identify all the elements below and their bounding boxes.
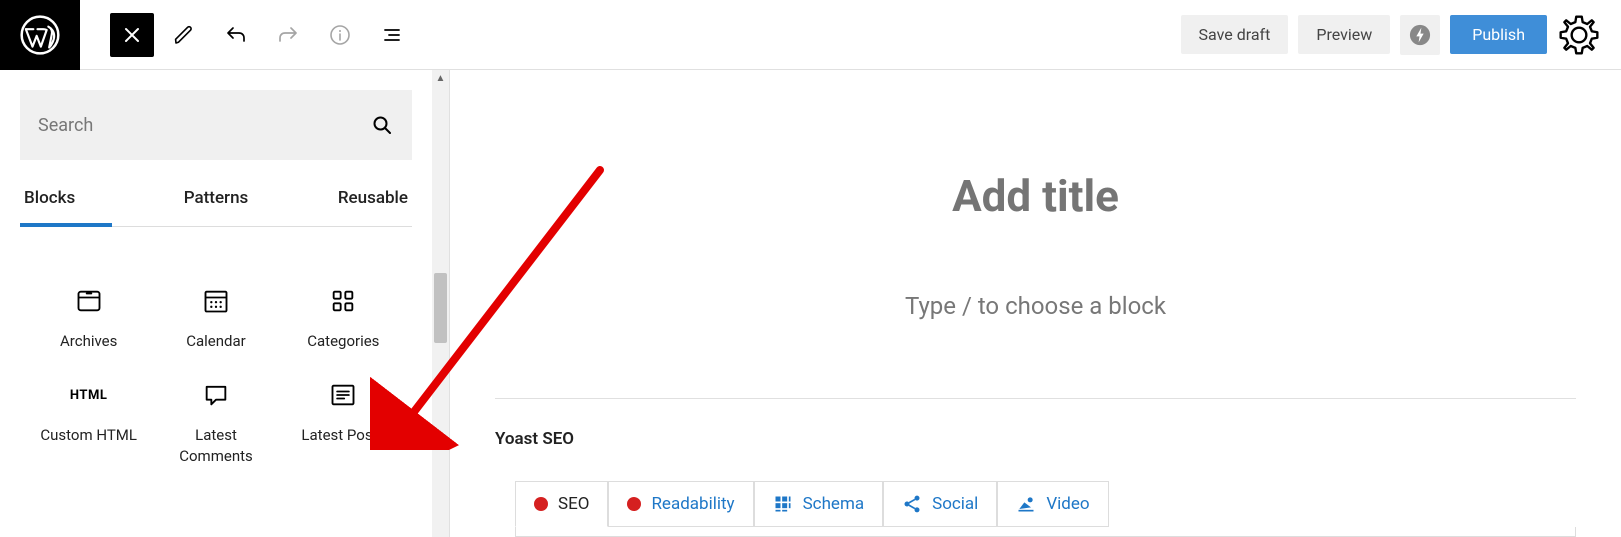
search-input[interactable] <box>38 115 370 136</box>
comment-icon <box>202 381 230 409</box>
tab-reusable[interactable]: Reusable <box>280 174 412 226</box>
latest-posts-icon <box>329 381 357 409</box>
scrollbar-thumb[interactable] <box>434 273 447 343</box>
yoast-tab-readability[interactable]: Readability <box>608 481 753 527</box>
tab-label: Readability <box>651 494 734 514</box>
html-icon: HTML <box>70 388 107 403</box>
redo-button[interactable] <box>266 13 310 57</box>
blocks-grid: Archives Calendar Categories HTML Custom… <box>20 227 412 466</box>
block-label: Custom HTML <box>40 425 137 445</box>
yoast-tab-social[interactable]: Social <box>883 481 997 527</box>
info-button[interactable] <box>318 13 362 57</box>
toolbar-left-tools <box>80 13 414 57</box>
edit-tool-button[interactable] <box>162 13 206 57</box>
block-latest-comments[interactable]: Latest Comments <box>157 381 274 466</box>
scrollbar-up-icon[interactable]: ▲ <box>432 70 449 87</box>
yoast-tab-video[interactable]: Video <box>997 481 1108 527</box>
redo-icon <box>276 23 300 47</box>
undo-icon <box>224 23 248 47</box>
editor-canvas: Type / to choose a block Yoast SEO SEO R… <box>450 70 1621 537</box>
block-label: Latest Posts <box>301 425 385 445</box>
archives-icon <box>75 287 103 315</box>
outline-button[interactable] <box>370 13 414 57</box>
pencil-icon <box>172 23 196 47</box>
yoast-tab-seo[interactable]: SEO <box>515 481 608 527</box>
schema-icon <box>773 494 793 514</box>
yoast-seo-panel: Yoast SEO SEO Readability Schema Social <box>495 398 1576 537</box>
preview-button[interactable]: Preview <box>1298 15 1390 54</box>
block-latest-posts[interactable]: Latest Posts <box>285 381 402 466</box>
block-label: Calendar <box>186 331 246 351</box>
block-label: Latest Comments <box>179 425 253 466</box>
block-prompt[interactable]: Type / to choose a block <box>905 292 1166 320</box>
scrollbar[interactable]: ▲ <box>432 70 449 537</box>
wordpress-logo[interactable] <box>0 0 80 70</box>
calendar-icon <box>202 287 230 315</box>
yoast-tab-schema[interactable]: Schema <box>754 481 884 527</box>
close-icon <box>120 23 144 47</box>
tab-blocks[interactable]: Blocks <box>20 174 152 226</box>
post-title-input[interactable] <box>757 170 1315 222</box>
block-archives[interactable]: Archives <box>30 287 147 351</box>
tab-label: Schema <box>803 494 865 514</box>
yoast-tabs: SEO Readability Schema Social Video <box>495 481 1576 527</box>
save-draft-button[interactable]: Save draft <box>1181 15 1289 54</box>
block-label: Categories <box>307 331 379 351</box>
block-label: Archives <box>60 331 117 351</box>
share-icon <box>902 494 922 514</box>
tab-label: Social <box>932 494 978 514</box>
publish-button[interactable]: Publish <box>1450 15 1547 54</box>
info-icon <box>328 23 352 47</box>
status-dot-icon <box>534 497 548 511</box>
tab-patterns[interactable]: Patterns <box>152 174 280 226</box>
block-calendar[interactable]: Calendar <box>157 287 274 351</box>
undo-button[interactable] <box>214 13 258 57</box>
block-inserter-panel: ▲ Blocks Patterns Reusable Archives C <box>0 70 450 537</box>
inserter-tabs: Blocks Patterns Reusable <box>20 174 412 227</box>
amp-badge[interactable] <box>1400 15 1440 55</box>
tab-label: Video <box>1046 494 1089 514</box>
list-view-icon <box>380 23 404 47</box>
editor-top-toolbar: Save draft Preview Publish <box>0 0 1621 70</box>
editor-main: ▲ Blocks Patterns Reusable Archives C <box>0 70 1621 537</box>
close-inserter-button[interactable] <box>110 13 154 57</box>
yoast-content <box>515 527 1576 537</box>
categories-icon <box>329 287 357 315</box>
block-search <box>20 90 412 160</box>
tab-label: SEO <box>558 494 589 514</box>
toolbar-right-tools: Save draft Preview Publish <box>1181 13 1621 57</box>
video-icon <box>1016 494 1036 514</box>
block-custom-html[interactable]: HTML Custom HTML <box>30 381 147 466</box>
search-icon <box>370 113 394 137</box>
settings-button[interactable] <box>1557 13 1601 57</box>
status-dot-icon <box>627 497 641 511</box>
amp-icon <box>1409 24 1431 46</box>
yoast-title: Yoast SEO <box>495 429 1576 449</box>
gear-icon <box>1557 13 1601 57</box>
block-categories[interactable]: Categories <box>285 287 402 351</box>
